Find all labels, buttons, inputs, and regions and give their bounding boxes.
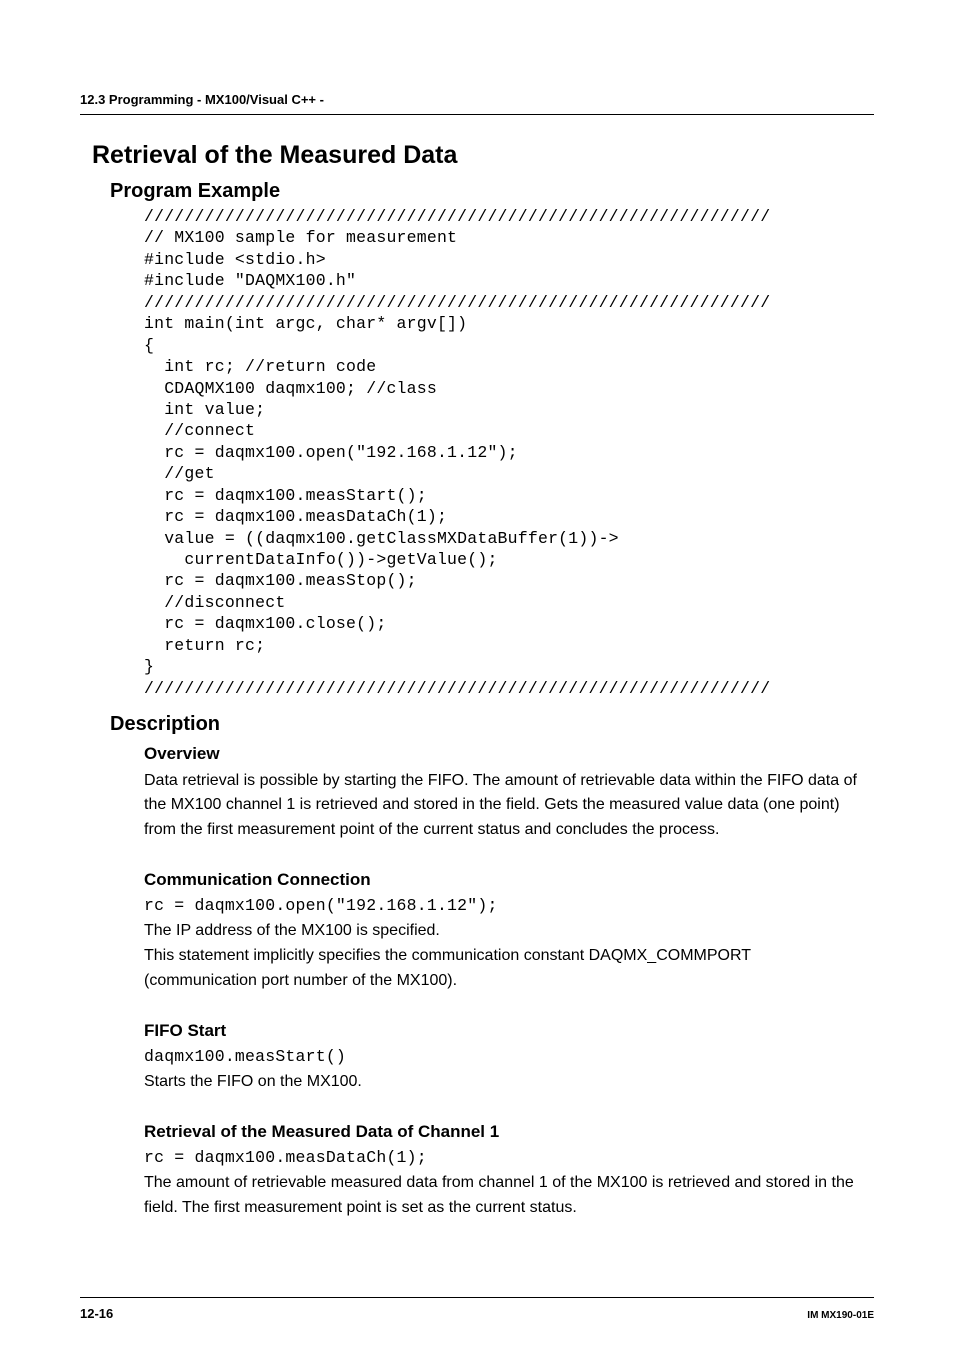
- overview-heading: Overview: [144, 741, 874, 767]
- fifo-code: daqmx100.measStart(): [144, 1045, 874, 1070]
- breadcrumb: 12.3 Programming - MX100/Visual C++ -: [80, 90, 874, 115]
- comm-heading: Communication Connection: [144, 867, 874, 893]
- comm-text2: This statement implicitly specifies the …: [144, 944, 864, 994]
- spacer: [80, 994, 874, 1018]
- spacer: [80, 1095, 874, 1119]
- retrieval-code: rc = daqmx100.measDataCh(1);: [144, 1146, 874, 1171]
- retrieval-text: The amount of retrievable measured data …: [144, 1171, 864, 1221]
- footer-page-number: 12-16: [80, 1304, 113, 1324]
- program-example-code: ////////////////////////////////////////…: [144, 206, 874, 699]
- footer-doc-id: IM MX190-01E: [807, 1308, 874, 1323]
- spacer: [80, 843, 874, 867]
- footer: 12-16 IM MX190-01E: [80, 1297, 874, 1324]
- fifo-text: Starts the FIFO on the MX100.: [144, 1070, 864, 1095]
- description-heading: Description: [110, 709, 874, 739]
- page: 12.3 Programming - MX100/Visual C++ - Re…: [0, 0, 954, 1351]
- retrieval-heading: Retrieval of the Measured Data of Channe…: [144, 1119, 874, 1145]
- header-area: 12.3 Programming - MX100/Visual C++ -: [80, 90, 874, 115]
- page-title: Retrieval of the Measured Data: [92, 137, 874, 175]
- overview-text: Data retrieval is possible by starting t…: [144, 769, 864, 843]
- fifo-heading: FIFO Start: [144, 1018, 874, 1044]
- program-example-heading: Program Example: [110, 176, 874, 206]
- comm-text1: The IP address of the MX100 is specified…: [144, 919, 864, 944]
- comm-code: rc = daqmx100.open("192.168.1.12");: [144, 894, 874, 919]
